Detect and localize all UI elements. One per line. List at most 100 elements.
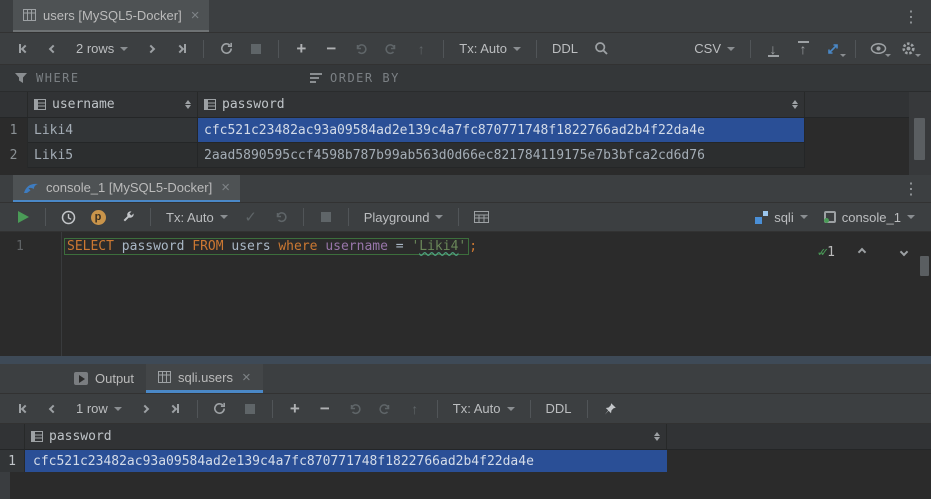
commit-check-icon[interactable]: ✓ xyxy=(239,205,263,229)
submit-icon[interactable]: ↑ xyxy=(403,397,427,421)
first-page-button[interactable] xyxy=(11,397,35,421)
column-header-password[interactable]: password xyxy=(25,424,667,449)
next-page-button[interactable] xyxy=(139,37,163,61)
tab-result-sqli-users[interactable]: sqli.users × xyxy=(146,364,263,393)
row-number: 1 xyxy=(0,450,25,472)
column-header-password[interactable]: password xyxy=(198,92,805,117)
close-icon[interactable]: × xyxy=(242,370,251,385)
add-row-button[interactable]: + xyxy=(283,397,307,421)
close-icon[interactable]: × xyxy=(191,8,200,23)
pin-tab-icon[interactable] xyxy=(598,397,622,421)
scrollbar-thumb[interactable] xyxy=(920,256,929,276)
tx-mode-dropdown[interactable]: Tx: Auto xyxy=(453,41,527,56)
rollback-icon[interactable] xyxy=(373,397,397,421)
page-size-dropdown[interactable]: 2 rows xyxy=(70,41,134,56)
tx-mode-dropdown[interactable]: Tx: Auto xyxy=(447,401,521,416)
chevron-down-icon xyxy=(120,47,128,55)
reload-page-icon[interactable] xyxy=(208,397,232,421)
previous-page-button[interactable] xyxy=(41,397,65,421)
sql-editor[interactable]: 1 SELECT password FROM users where usern… xyxy=(0,232,931,356)
sql-semicolon: ; xyxy=(469,239,477,254)
revert-icon[interactable] xyxy=(349,37,373,61)
cell-password-selected[interactable]: cfc521c23482ac93a09584ad2e139c4a7fc87077… xyxy=(25,450,667,472)
chevron-down-icon xyxy=(727,47,735,55)
wrench-icon[interactable] xyxy=(116,205,140,229)
view-options-eye-icon[interactable] xyxy=(866,37,890,61)
column-icon xyxy=(204,99,216,110)
sort-arrows-icon[interactable] xyxy=(185,97,191,112)
last-page-button[interactable] xyxy=(163,397,187,421)
page-size-label: 1 row xyxy=(76,401,108,416)
schema-dropdown[interactable]: sqli xyxy=(749,210,814,225)
chevron-down-icon xyxy=(513,47,521,55)
next-page-button[interactable] xyxy=(133,397,157,421)
delete-row-button[interactable]: − xyxy=(313,397,337,421)
export-data-icon[interactable]: ↓ xyxy=(761,37,785,61)
column-name: password xyxy=(49,429,112,444)
rollback-icon[interactable] xyxy=(379,37,403,61)
first-page-button[interactable] xyxy=(11,37,35,61)
playground-dropdown[interactable]: Playground xyxy=(358,210,450,225)
stop-icon[interactable] xyxy=(238,397,262,421)
transpose-icon[interactable] xyxy=(821,37,845,61)
submit-icon[interactable]: ↑ xyxy=(409,37,433,61)
order-by-filter[interactable]: ORDER BY xyxy=(310,71,400,85)
where-filter[interactable]: WHERE xyxy=(14,71,80,85)
cell-username[interactable]: Liki5 xyxy=(28,143,198,168)
next-result-icon[interactable] xyxy=(892,240,916,264)
delete-row-button[interactable]: − xyxy=(319,37,343,61)
ddl-label: DDL xyxy=(552,41,578,56)
cell-password[interactable]: 2aad5890595ccf4598b787b99ab563d0d66ec821… xyxy=(198,143,805,168)
sql-token: where xyxy=(278,239,325,254)
reload-page-icon[interactable] xyxy=(214,37,238,61)
sql-token: = xyxy=(396,239,412,254)
sql-token: Liki4 xyxy=(419,239,458,254)
history-clock-icon[interactable] xyxy=(56,205,80,229)
panel-splitter[interactable] xyxy=(0,356,931,364)
cell-password-selected[interactable]: cfc521c23482ac93a09584ad2e139c4a7fc87077… xyxy=(198,118,805,143)
previous-result-icon[interactable] xyxy=(850,240,874,264)
tx-mode-label: Tx: Auto xyxy=(166,210,214,225)
export-format-dropdown[interactable]: CSV xyxy=(688,41,741,56)
tab-console[interactable]: console_1 [MySQL5-Docker] × xyxy=(13,175,240,202)
vertical-scrollbar[interactable] xyxy=(909,92,931,175)
last-page-button[interactable] xyxy=(169,37,193,61)
filter-bar: WHERE ORDER BY xyxy=(0,65,931,92)
cell-username[interactable]: Liki4 xyxy=(28,118,198,143)
stop-icon[interactable] xyxy=(244,37,268,61)
where-label: WHERE xyxy=(36,71,80,85)
stop-icon[interactable] xyxy=(314,205,338,229)
ddl-button[interactable]: DDL xyxy=(540,401,578,416)
add-row-button[interactable]: + xyxy=(289,37,313,61)
revert-icon[interactable] xyxy=(343,397,367,421)
session-dropdown[interactable]: console_1 xyxy=(818,210,921,225)
chevron-down-icon xyxy=(800,215,808,223)
datagrip-window: users [MySQL5-Docker] × ⋮ 2 rows + − ↑ T… xyxy=(0,0,931,499)
previous-page-button[interactable] xyxy=(41,37,65,61)
parameters-icon[interactable]: p xyxy=(86,205,110,229)
close-icon[interactable]: × xyxy=(221,180,230,195)
scrollbar-thumb[interactable] xyxy=(914,118,925,160)
console-tab-bar: console_1 [MySQL5-Docker] × ⋮ xyxy=(0,175,931,203)
page-size-dropdown[interactable]: 1 row xyxy=(70,401,128,416)
output-layout-icon[interactable] xyxy=(469,205,493,229)
result-grid: password 1 cfc521c23482ac93a09584ad2e139… xyxy=(0,424,931,499)
table-row: 1 Liki4 cfc521c23482ac93a09584ad2e139c4a… xyxy=(0,118,931,143)
rollback-icon[interactable] xyxy=(269,205,293,229)
kebab-menu-icon[interactable]: ⋮ xyxy=(903,179,919,199)
ddl-button[interactable]: DDL xyxy=(546,41,584,56)
sort-arrows-icon[interactable] xyxy=(792,97,798,112)
settings-gear-icon[interactable] xyxy=(896,37,920,61)
sort-arrows-icon[interactable] xyxy=(654,429,660,444)
import-data-icon[interactable]: ↑ xyxy=(791,37,815,61)
tab-users-table[interactable]: users [MySQL5-Docker] × xyxy=(13,0,209,32)
search-icon[interactable] xyxy=(589,37,613,61)
sql-code-line[interactable]: SELECT password FROM users where usernam… xyxy=(62,232,477,356)
chevron-down-icon xyxy=(114,407,122,415)
chevron-down-icon xyxy=(507,407,515,415)
tx-mode-dropdown[interactable]: Tx: Auto xyxy=(160,210,234,225)
tab-output[interactable]: Output xyxy=(62,364,146,393)
kebab-menu-icon[interactable]: ⋮ xyxy=(903,7,919,27)
run-query-button[interactable] xyxy=(11,205,35,229)
column-header-username[interactable]: username xyxy=(28,92,198,117)
